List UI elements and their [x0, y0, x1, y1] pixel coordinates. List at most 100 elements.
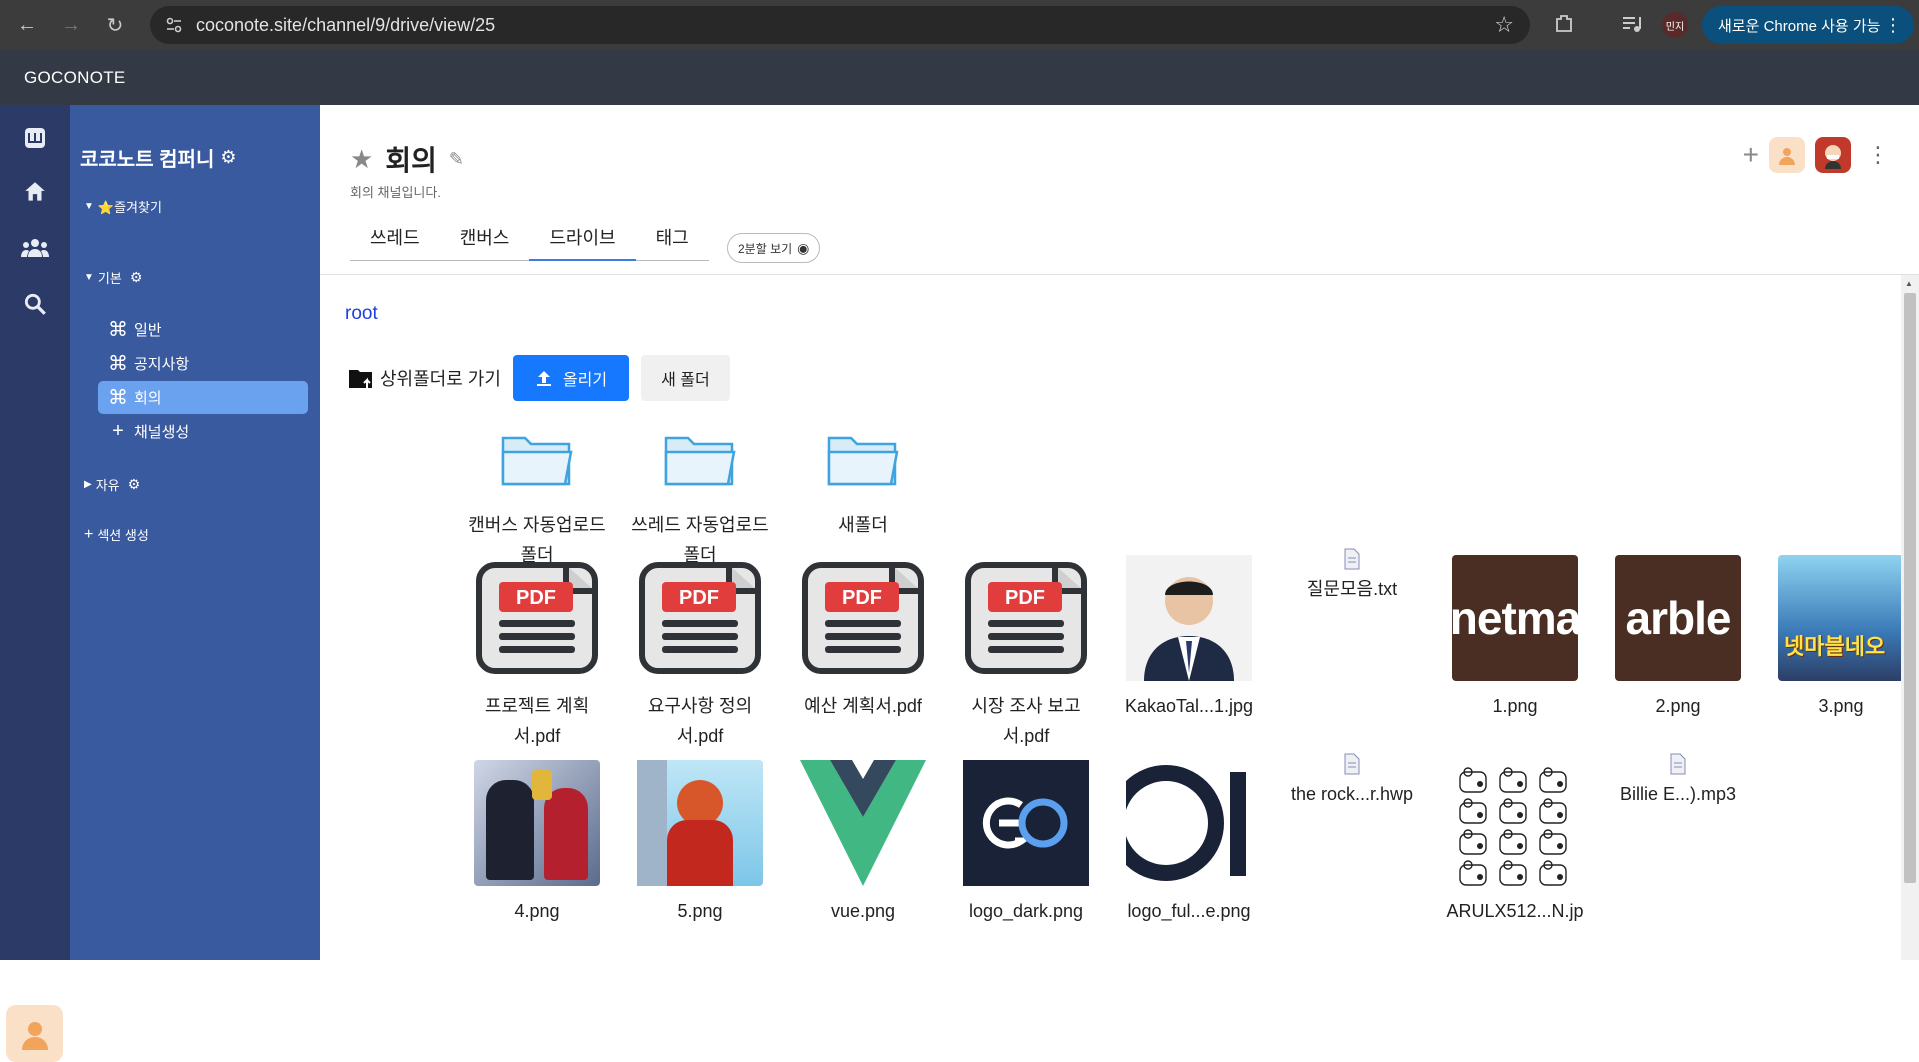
file-thumbnail: [963, 760, 1089, 886]
free-section[interactable]: ▶ 자유 ⚙: [84, 475, 140, 494]
file-name: 요구사항 정의: [647, 696, 753, 716]
main-content: ★ 회의 ✎ 회의 채널입니다. 쓰레드 캔버스 드라이브 태그 2분할 보기 …: [320, 105, 1919, 960]
home-icon[interactable]: [20, 177, 50, 207]
pdf-icon: PDF: [474, 555, 600, 681]
scrollbar-thumb[interactable]: [1904, 293, 1916, 883]
file-item[interactable]: PDF 예산 계획서.pdf: [789, 555, 937, 721]
file-item[interactable]: 넷마블네오 3.png: [1767, 555, 1915, 721]
breadcrumb[interactable]: root: [345, 303, 378, 325]
sidebar-item-meeting[interactable]: ⌘ 회의: [98, 381, 308, 414]
command-icon: ⌘: [108, 387, 128, 409]
chrome-update-label: 새로운 Chrome 사용 가능: [1718, 17, 1881, 35]
folder-icon: [800, 420, 926, 500]
upload-button[interactable]: 올리기: [512, 355, 630, 401]
file-item[interactable]: 4.png: [463, 760, 611, 926]
app-logo[interactable]: GOCONOTE: [24, 68, 126, 88]
command-icon: ⌘: [108, 353, 128, 375]
plus-icon: +: [112, 420, 124, 442]
file-name-line2: 서.pdf: [513, 726, 561, 746]
pdf-icon: PDF: [800, 555, 926, 681]
file-name: 시장 조사 보고: [971, 696, 1081, 716]
favorites-label: ⭐즐겨찾기: [97, 200, 162, 215]
member-avatar[interactable]: [1815, 137, 1851, 173]
profile-avatar[interactable]: 민지: [1662, 12, 1688, 38]
forward-icon[interactable]: →: [56, 10, 86, 40]
more-options-icon[interactable]: ⋮: [1867, 142, 1889, 168]
create-channel-label: 채널생성: [134, 424, 190, 441]
channel-actions: + ⋮: [1743, 137, 1889, 173]
pdf-icon: PDF: [637, 555, 763, 681]
site-settings-icon[interactable]: [164, 15, 184, 40]
file-item[interactable]: Billie E...).mp3: [1604, 695, 1752, 809]
gear-icon[interactable]: ⚙: [128, 476, 141, 493]
create-channel-button[interactable]: + 채널생성: [98, 415, 308, 448]
scrollbar[interactable]: ▲: [1901, 275, 1919, 960]
gear-icon[interactable]: ⚙: [130, 269, 143, 286]
bookmark-star-icon[interactable]: ☆: [1494, 12, 1514, 38]
pencil-icon[interactable]: ✎: [449, 149, 464, 170]
file-name: KakaoTal...1.jpg: [1124, 696, 1254, 716]
file-item[interactable]: PDF 시장 조사 보고 서.pdf: [952, 555, 1100, 751]
file-item[interactable]: ARULX512...N.jp: [1441, 760, 1589, 926]
browser-toolbar: ← → ↻ coconote.site/channel/9/drive/view…: [0, 0, 1919, 50]
chrome-update-button[interactable]: 새로운 Chrome 사용 가능 ⋮: [1702, 6, 1914, 44]
split-view-label: 2분할 보기: [738, 241, 793, 256]
favorites-section[interactable]: ▼ ⭐즐겨찾기: [84, 197, 162, 216]
folder-item[interactable]: 쓰레드 자동업로드 폴더: [626, 420, 774, 570]
file-item[interactable]: PDF 프로젝트 계획 서.pdf: [463, 555, 611, 751]
file-name: vue.png: [830, 901, 896, 921]
workspace-title[interactable]: 코코노트 컴퍼니 ⚙: [80, 143, 237, 172]
media-control-icon[interactable]: [1620, 12, 1644, 41]
file-name: 1.png: [1492, 696, 1538, 716]
file-item[interactable]: PDF 요구사항 정의 서.pdf: [626, 555, 774, 751]
file-name: logo_dark.png: [968, 901, 1084, 921]
tab-drive[interactable]: 드라이브: [529, 224, 636, 261]
create-section-button[interactable]: + 섹션 생성: [84, 525, 149, 544]
add-icon[interactable]: +: [1743, 139, 1759, 171]
tab-tag[interactable]: 태그: [636, 224, 709, 260]
sidebar-item-notice[interactable]: ⌘ 공지사항: [98, 347, 308, 380]
sidebar-item-general[interactable]: ⌘ 일반: [98, 313, 308, 346]
file-item[interactable]: 질문모음.txt: [1278, 490, 1426, 604]
file-item[interactable]: KakaoTal...1.jpg: [1115, 555, 1263, 721]
folder-item[interactable]: 새폴더: [789, 420, 937, 540]
file-name: logo_ful...e.png: [1127, 901, 1251, 921]
star-icon[interactable]: ★: [350, 144, 373, 175]
file-thumbnail: [800, 760, 926, 886]
file-name: 쓰레드 자동업로드: [631, 515, 769, 535]
plus-icon: +: [84, 525, 94, 543]
caret-down-icon: ▼: [84, 201, 94, 212]
back-icon[interactable]: ←: [12, 10, 42, 40]
file-item[interactable]: 5.png: [626, 760, 774, 926]
gear-icon[interactable]: ⚙: [220, 147, 236, 168]
workspace-icon[interactable]: [20, 123, 50, 153]
member-avatar[interactable]: [1769, 137, 1805, 173]
extensions-icon[interactable]: [1552, 12, 1576, 41]
file-thumbnail: [637, 760, 763, 886]
new-folder-label: 새 폴더: [661, 372, 710, 389]
file-item[interactable]: logo_ful...e.png: [1115, 760, 1263, 926]
url-text: coconote.site/channel/9/drive/view/25: [196, 14, 496, 35]
file-item[interactable]: netma 1.png: [1441, 555, 1589, 721]
basic-section[interactable]: ▼ 기본 ⚙: [84, 268, 142, 287]
left-rail: [0, 105, 70, 1062]
file-name: 질문모음.txt: [1306, 579, 1398, 599]
reload-icon[interactable]: ↻: [100, 10, 130, 40]
members-icon[interactable]: [20, 233, 50, 263]
go-up-button[interactable]: 상위폴더로 가기: [348, 365, 501, 391]
file-item[interactable]: vue.png: [789, 760, 937, 926]
tab-thread[interactable]: 쓰레드: [350, 224, 440, 260]
new-folder-button[interactable]: 새 폴더: [641, 355, 730, 401]
address-bar[interactable]: coconote.site/channel/9/drive/view/25 ☆: [150, 6, 1530, 44]
file-item[interactable]: the rock...r.hwp: [1278, 695, 1426, 809]
file-name: 4.png: [514, 901, 560, 921]
split-view-toggle[interactable]: 2분할 보기 ◉: [727, 233, 821, 263]
folder-item[interactable]: 캔버스 자동업로드 폴더: [463, 420, 611, 570]
channel-header: ★ 회의 ✎: [350, 139, 464, 179]
file-thumbnail: netma: [1452, 555, 1578, 681]
file-item[interactable]: logo_dark.png: [952, 760, 1100, 926]
tab-canvas[interactable]: 캔버스: [440, 224, 530, 260]
my-avatar[interactable]: [6, 1005, 63, 1062]
search-icon[interactable]: [20, 289, 50, 319]
file-name: the rock...r.hwp: [1290, 784, 1414, 804]
